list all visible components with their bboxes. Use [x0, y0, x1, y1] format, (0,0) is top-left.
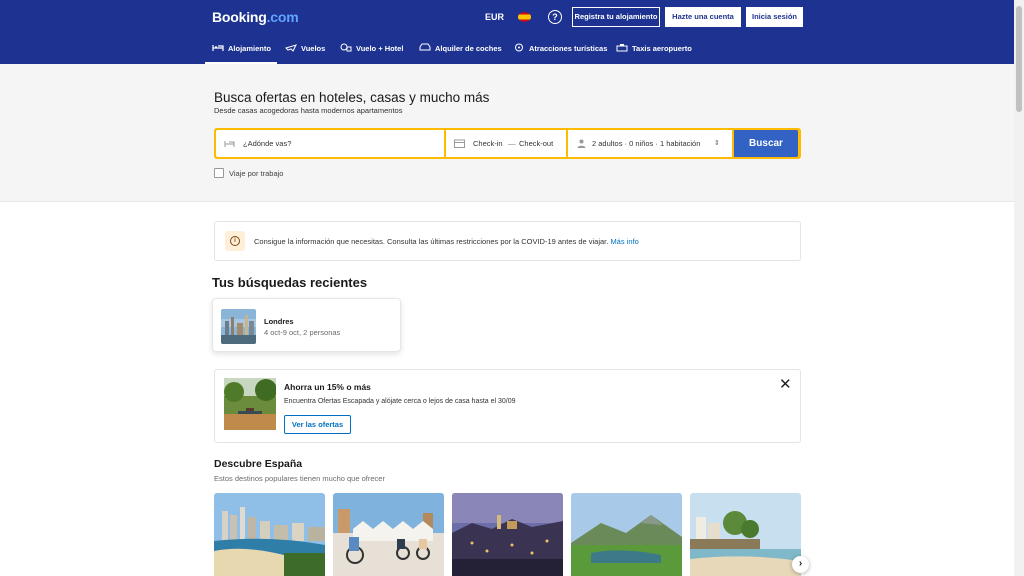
getaway-deal-banner: Ahorra un 15% o más Encuentra Ofertas Es… [214, 369, 801, 443]
attractions-icon [515, 43, 523, 52]
spain-flag-icon[interactable] [518, 12, 531, 22]
nav-item-alojamiento[interactable]: Alojamiento [205, 38, 277, 64]
hero-title: Busca ofertas en hoteles, casas y mucho … [214, 90, 490, 105]
bed-icon [212, 45, 224, 51]
hero-section: Busca ofertas en hoteles, casas y mucho … [0, 64, 1014, 202]
checkbox-icon[interactable] [214, 168, 224, 178]
discover-title: Descubre España [214, 458, 303, 470]
deal-image [224, 378, 276, 430]
date-field[interactable]: Check-in — Check-out [446, 130, 566, 157]
hero-subtitle: Desde casas acogedoras hasta modernos ap… [214, 106, 403, 115]
close-icon[interactable]: ✕ [779, 377, 792, 392]
register-property-button[interactable]: Registra tu alojamiento [572, 7, 660, 27]
discover-subtitle: Estos destinos populares tienen mucho qu… [214, 474, 385, 483]
covid-notice: i Consigue la información que necesitas.… [214, 221, 801, 261]
nav-item-alquiler-coches[interactable]: Alquiler de coches [419, 38, 502, 64]
nav-item-vuelos[interactable]: Vuelos [285, 38, 325, 64]
recent-city: Londres [264, 317, 294, 326]
nav-item-vuelo-hotel[interactable]: Vuelo + Hotel [340, 38, 403, 64]
recent-searches-title: Tus búsquedas recientes [212, 275, 368, 290]
carousel-next-button[interactable]: › [792, 556, 809, 573]
date-separator: — [508, 139, 516, 148]
login-button[interactable]: Inicia sesión [746, 7, 803, 27]
updown-chevron-icon: ⇕ [714, 140, 720, 147]
header-bar: Booking.com EUR ? Registra tu alojamient… [0, 0, 1014, 64]
info-icon: i [225, 231, 245, 251]
scrollbar-thumb[interactable] [1016, 6, 1022, 112]
checkout-label: Check-out [519, 139, 554, 148]
person-icon [577, 139, 586, 148]
plane-hotel-icon [340, 43, 352, 52]
recent-details: 4 oct-9 oct, 2 personas [264, 328, 341, 337]
search-button[interactable]: Buscar [734, 130, 798, 157]
recent-search-card[interactable]: Londres 4 oct-9 oct, 2 personas [212, 298, 401, 352]
taxi-icon [616, 44, 628, 52]
currency-selector[interactable]: EUR [485, 12, 504, 22]
notice-text: Consigue la información que necesitas. C… [254, 237, 639, 246]
deal-description: Encuentra Ofertas Escapada y alójate cer… [284, 398, 516, 405]
calendar-icon [454, 139, 465, 148]
occupancy-field[interactable]: 2 adultos · 0 niños · 1 habitación ⇕ [568, 130, 732, 157]
car-icon [419, 43, 431, 51]
more-info-link[interactable]: Más info [610, 237, 638, 246]
destination-field[interactable]: ¿Adónde vas? [216, 130, 444, 157]
deal-title: Ahorra un 15% o más [284, 382, 371, 392]
see-offers-button[interactable]: Ver las ofertas [284, 415, 351, 434]
destination-placeholder: ¿Adónde vas? [243, 139, 292, 148]
destination-card[interactable] [214, 493, 325, 576]
booking-logo[interactable]: Booking.com [212, 9, 299, 25]
plane-icon [285, 44, 297, 52]
checkin-label: Check-in [473, 139, 503, 148]
destination-card[interactable] [571, 493, 682, 576]
bed-icon [224, 141, 235, 147]
occupancy-value: 2 adultos · 0 niños · 1 habitación [592, 139, 701, 148]
nav-item-atracciones[interactable]: Atracciones turísticas [513, 38, 607, 64]
nav-item-taxis[interactable]: Taxis aeropuerto [616, 38, 692, 64]
destination-card[interactable] [452, 493, 563, 576]
destination-card[interactable] [690, 493, 801, 576]
destination-card[interactable] [333, 493, 444, 576]
page-scrollbar[interactable] [1014, 0, 1024, 576]
help-icon[interactable]: ? [548, 10, 562, 24]
london-thumbnail [221, 309, 256, 344]
search-bar: ¿Adónde vas? Check-in — Check-out 2 adul… [214, 128, 801, 159]
create-account-button[interactable]: Hazte una cuenta [665, 7, 741, 27]
business-trip-checkbox[interactable]: Viaje por trabajo [214, 168, 283, 178]
